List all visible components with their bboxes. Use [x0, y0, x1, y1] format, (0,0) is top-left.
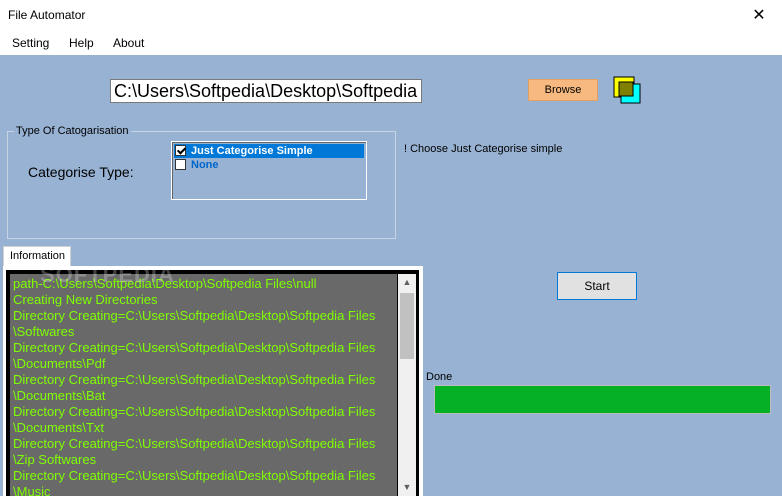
menu-about[interactable]: About [113, 36, 144, 50]
log-line: \Softwares [13, 324, 75, 339]
log-textarea[interactable]: path-C:\Users\Softpedia\Desktop\Softpedi… [10, 274, 397, 496]
title-bar: File Automator ✕ [0, 0, 782, 31]
color-swatch-icon[interactable] [613, 76, 641, 104]
log-line: \Music [13, 484, 51, 496]
start-button[interactable]: Start [557, 272, 637, 300]
scroll-up-icon[interactable]: ▲ [398, 274, 416, 291]
option-label: Just Categorise Simple [191, 145, 313, 157]
checkbox-checked[interactable] [175, 145, 186, 156]
log-line: Directory Creating=C:\Users\Softpedia\De… [13, 468, 376, 483]
progress-label: Done [426, 371, 453, 383]
log-line: Directory Creating=C:\Users\Softpedia\De… [13, 308, 376, 323]
group-title: Type Of Catogarisation [14, 125, 131, 137]
log-line: Directory Creating=C:\Users\Softpedia\De… [13, 404, 376, 419]
window-title: File Automator [8, 8, 86, 22]
progress-bar [434, 385, 771, 414]
log-line: Directory Creating=C:\Users\Softpedia\De… [13, 436, 376, 451]
watermark: SOFTPEDIA [40, 262, 175, 287]
close-button[interactable]: ✕ [736, 0, 782, 31]
option-label: None [191, 159, 219, 171]
category-checklist[interactable]: Just Categorise Simple None [171, 141, 367, 200]
browse-button[interactable]: Browse [528, 79, 598, 101]
progress-fill [435, 386, 770, 413]
path-input[interactable]: C:\Users\Softpedia\Desktop\Softpedia Fil… [110, 79, 422, 103]
log-line: Creating New Directories [13, 292, 158, 307]
scroll-down-icon[interactable]: ▼ [398, 479, 416, 496]
option-just-categorise-simple[interactable]: Just Categorise Simple [174, 144, 364, 158]
categorise-type-label: Categorise Type: [28, 164, 134, 180]
log-line: \Documents\Pdf [13, 356, 106, 371]
log-scrollbar[interactable]: ▲ ▼ [398, 274, 416, 496]
log-line: Directory Creating=C:\Users\Softpedia\De… [13, 340, 376, 355]
log-line: \Documents\Txt [13, 420, 105, 435]
menu-setting[interactable]: Setting [12, 36, 49, 50]
option-none[interactable]: None [174, 158, 364, 172]
menu-bar: Setting Help About [0, 31, 782, 56]
checkbox-unchecked[interactable] [175, 159, 186, 170]
scroll-thumb[interactable] [400, 293, 414, 359]
menu-help[interactable]: Help [69, 36, 94, 50]
log-line: Directory Creating=C:\Users\Softpedia\De… [13, 372, 376, 387]
hint-text: ! Choose Just Categorise simple [404, 143, 563, 155]
log-line: \Documents\Bat [13, 388, 106, 403]
log-line: \Zip Softwares [13, 452, 97, 467]
